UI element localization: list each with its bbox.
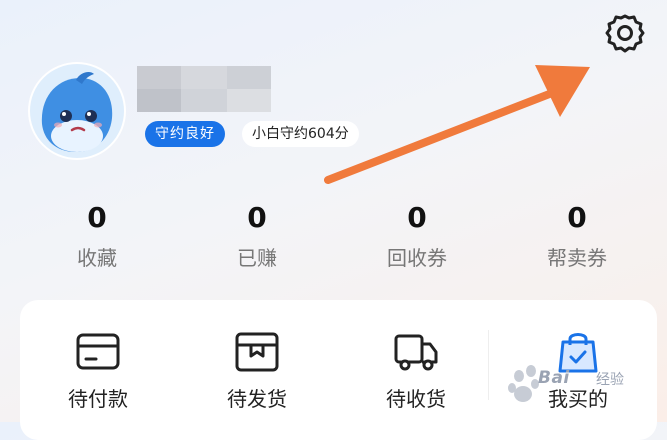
truck-icon — [394, 334, 438, 371]
stat-earned[interactable]: 0 已赚 — [197, 200, 317, 274]
settings-button[interactable] — [602, 10, 648, 56]
stat-value: 0 — [567, 201, 587, 234]
username-blurred — [137, 66, 271, 112]
stat-value: 0 — [247, 201, 267, 234]
stat-label: 已赚 — [237, 246, 277, 270]
order-label: 待收货 — [386, 387, 446, 411]
stat-value: 0 — [87, 201, 107, 234]
credit-status-badge[interactable]: 守约良好 — [145, 121, 225, 147]
stat-value: 0 — [407, 201, 427, 234]
card-divider — [488, 330, 489, 400]
order-pending-shipment[interactable]: 待发货 — [197, 330, 317, 412]
order-pending-receipt[interactable]: 待收货 — [356, 330, 476, 412]
watermark-suffix: 经验 — [596, 372, 624, 388]
stat-label: 收藏 — [77, 246, 117, 270]
stat-sell-coupons[interactable]: 0 帮卖券 — [517, 200, 637, 274]
order-pending-payment[interactable]: 待付款 — [38, 330, 158, 412]
dolphin-avatar-icon — [28, 62, 126, 160]
order-label: 待付款 — [68, 387, 128, 411]
package-icon — [235, 332, 279, 372]
stat-label: 回收券 — [387, 246, 447, 270]
avatar[interactable] — [28, 62, 126, 160]
annotation-arrow-icon — [324, 65, 590, 184]
order-label: 待发货 — [227, 387, 287, 411]
stat-favorites[interactable]: 0 收藏 — [37, 200, 157, 274]
watermark-brand: Bai — [538, 368, 570, 388]
stats-row: 0 收藏 0 已赚 0 回收券 0 帮卖券 — [0, 200, 667, 280]
card-icon — [76, 333, 120, 370]
gear-icon — [605, 14, 645, 53]
stat-label: 帮卖券 — [547, 246, 607, 270]
stat-recycle-coupons[interactable]: 0 回收券 — [357, 200, 477, 274]
